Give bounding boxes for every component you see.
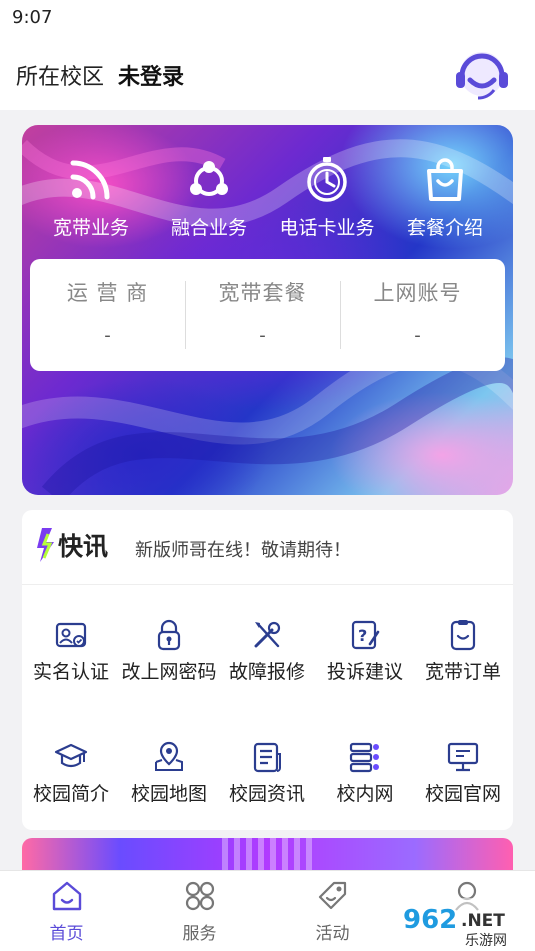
id-card-icon [55,622,87,648]
plan-title: 宽带套餐 [218,281,307,305]
home-icon [52,881,81,911]
svg-text:962: 962 [403,905,457,935]
svg-text:快讯: 快讯 [58,532,108,561]
tab-home[interactable]: 首页 [0,871,133,951]
tab-label: 服务 [182,924,217,944]
tab-label: 活动 [315,924,350,944]
service-repair[interactable]: 故障报修 [218,618,316,684]
share-network-icon [190,161,228,196]
service-label: 实名认证 [32,661,109,683]
operator-value: - [104,325,111,346]
service-campus-map[interactable]: 校园地图 [120,740,218,806]
repair-tools-icon [254,621,281,648]
account-title: 上网账号 [373,281,462,305]
service-change-password[interactable]: 改上网密码 [120,618,218,684]
account-value: - [414,325,421,346]
plan-value: - [259,325,266,346]
service-campus-news[interactable]: 校园资讯 [218,740,316,806]
biz-label: 电话卡业务 [279,217,375,239]
tag-icon [318,881,346,910]
clover-grid-icon [185,881,214,911]
account-column[interactable]: 上网账号 - [340,259,495,371]
divider [22,584,513,585]
service-label: 校园简介 [32,783,109,805]
feedback-icon: ? [351,620,380,650]
service-intranet[interactable]: 校内网 [316,740,414,806]
plan-column[interactable]: 宽带套餐 - [185,259,340,371]
service-official-site[interactable]: 校园官网 [414,740,512,806]
business-banner: 宽带业务 融合业务 电话卡业务 套餐介绍 运 营 商 - 宽带套餐 - 上网账号… [22,125,513,495]
status-time: 9:07 [12,7,53,28]
svg-text:.NET: .NET [461,911,505,931]
service-complaint[interactable]: ? 投诉建议 [316,618,414,684]
watermark-logo: 962 .NET 乐游网 [395,898,535,950]
biz-phone-card[interactable]: 电话卡业务 [266,155,388,240]
service-campus-intro[interactable]: 校园简介 [22,740,120,806]
header: 所在校区 未登录 [0,36,535,110]
service-label: 宽带订单 [424,661,501,683]
service-label: 校园地图 [130,783,207,805]
biz-label: 套餐介绍 [406,217,483,239]
operator-column[interactable]: 运 营 商 - [30,259,185,371]
svg-text:?: ? [358,626,367,645]
wifi-icon [70,160,110,200]
account-info-card: 运 营 商 - 宽带套餐 - 上网账号 - [30,259,505,371]
monitor-icon [447,742,479,772]
news-services-card: 快讯 新版师哥在线！敬请期待！ 实名认证 改上网密码 故障报修 ? 投诉建议 宽… [22,510,513,830]
service-label: 改上网密码 [121,661,217,683]
svg-text:乐游网: 乐游网 [465,933,507,949]
customer-service-icon[interactable] [450,46,514,102]
service-label: 校内网 [336,783,394,805]
service-real-name[interactable]: 实名认证 [22,618,120,684]
map-pin-icon [155,741,183,771]
biz-packages[interactable]: 套餐介绍 [384,155,506,240]
service-label: 投诉建议 [326,661,403,683]
tab-label: 首页 [49,924,84,944]
biz-broadband[interactable]: 宽带业务 [30,155,152,240]
biz-converged[interactable]: 融合业务 [148,155,270,240]
tab-activities[interactable]: 活动 [266,871,399,951]
status-bar: 9:07 [0,0,535,36]
campus-label: 所在校区 [16,65,105,90]
biz-label: 宽带业务 [52,217,129,239]
server-network-icon [349,742,379,773]
order-clipboard-icon [450,620,476,651]
news-flash-logo: 快讯 [37,528,108,562]
service-orders[interactable]: 宽带订单 [414,618,512,684]
operator-title: 运 营 商 [66,281,149,305]
service-label: 校园官网 [424,783,501,805]
login-state[interactable]: 未登录 [118,59,184,91]
service-label: 校园资讯 [228,783,305,805]
stopwatch-icon [307,157,347,202]
lock-icon [157,619,181,651]
news-document-icon [253,742,281,773]
service-label: 故障报修 [228,661,305,683]
shopping-bag-icon [427,158,463,201]
tab-services[interactable]: 服务 [133,871,266,951]
news-ticker-text[interactable]: 新版师哥在线！敬请期待！ [135,536,351,562]
graduation-cap-icon [54,743,88,768]
biz-label: 融合业务 [170,217,247,239]
